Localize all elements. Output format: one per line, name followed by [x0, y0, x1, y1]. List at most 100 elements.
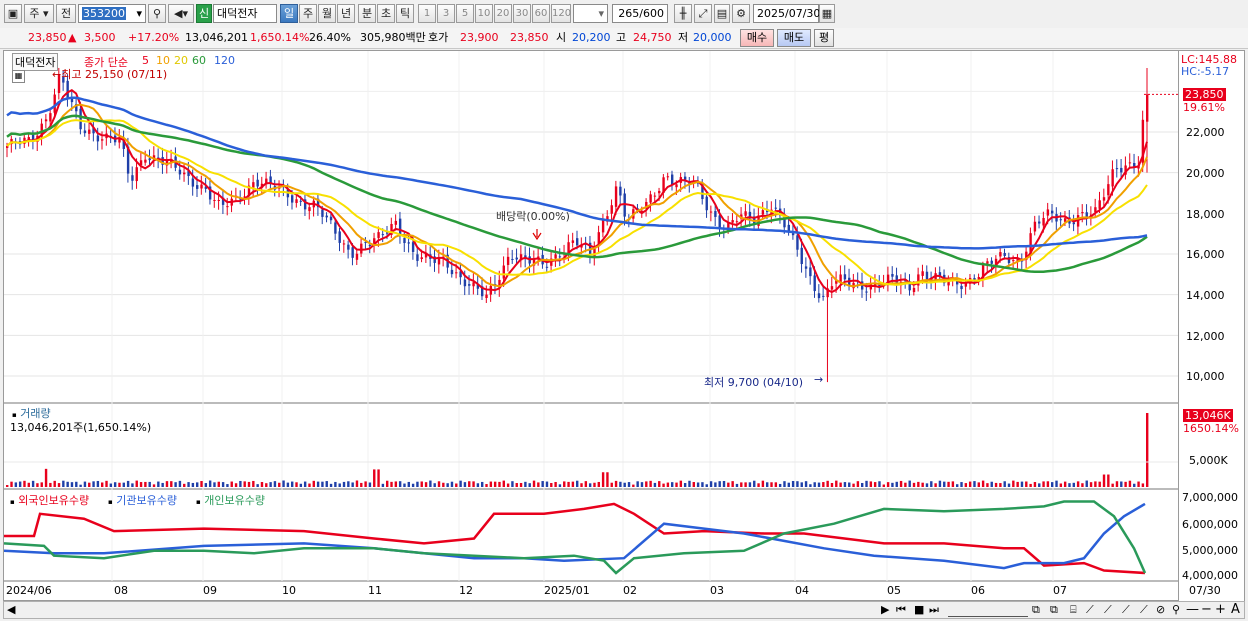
zoom-out-icon[interactable]: —	[1186, 602, 1199, 617]
draw-line2-icon[interactable]: ⟋	[1104, 603, 1112, 617]
date-field[interactable]: 2025/07/30	[753, 4, 820, 23]
zoom-in-icon[interactable]: +	[1215, 602, 1226, 617]
volume-bar	[601, 472, 605, 487]
period-day-button[interactable]: 일	[280, 4, 298, 23]
candle-body	[79, 108, 82, 130]
draw-line4-icon[interactable]: ⟋	[1140, 603, 1148, 617]
rewind-icon[interactable]: ⏮	[896, 603, 906, 617]
zoom-minus-icon[interactable]: −	[1201, 602, 1212, 617]
stop-icon[interactable]: ■	[914, 603, 924, 616]
interval-60-button[interactable]: 60	[532, 4, 550, 23]
volume-bar	[563, 481, 566, 487]
volume-bar	[692, 482, 695, 487]
period-second-button[interactable]: 초	[377, 4, 395, 23]
crosshair-icon[interactable]: ⤢	[694, 4, 712, 23]
volume-bar	[174, 482, 177, 487]
volume-bar	[6, 485, 9, 487]
candle-body	[135, 167, 138, 182]
volume-bar	[1085, 480, 1088, 487]
window-icon[interactable]: ▣	[4, 4, 22, 23]
candle-body	[200, 184, 203, 189]
forward-icon[interactable]: ⏭	[929, 603, 939, 617]
candle-body	[511, 258, 514, 260]
interval-1-button[interactable]: 1	[418, 4, 436, 23]
candle-body	[191, 178, 195, 187]
volume-bar	[990, 481, 993, 487]
stock-name-field[interactable]: 대덕전자	[213, 4, 277, 23]
prev-button[interactable]: 전	[56, 4, 76, 23]
x-tick-6: 2025/01	[544, 584, 590, 597]
change-percent: +17.20%	[128, 31, 180, 44]
candle-body	[131, 175, 134, 181]
candle-body	[96, 135, 100, 142]
custom-interval-select[interactable]: ▾	[573, 4, 608, 23]
speaker-icon[interactable]: ◀▾	[168, 4, 194, 23]
candle-body	[44, 119, 48, 122]
scroll-right-icon[interactable]: ▶	[881, 603, 889, 616]
save-icon[interactable]: ▤	[714, 4, 730, 23]
interval-5-button[interactable]: 5	[456, 4, 474, 23]
market-select[interactable]: 주 ▾	[24, 4, 54, 23]
volume-bar	[291, 481, 294, 487]
grid-icon[interactable]: ▦	[12, 70, 25, 83]
font-size-icon[interactable]: A	[1231, 602, 1240, 617]
split-icon[interactable]: ⌸	[1070, 603, 1077, 617]
volume-bar	[904, 482, 907, 487]
volume-bar	[256, 484, 259, 487]
trade-amount: 305,980백만	[360, 31, 426, 44]
max-price-label: ←최고 25,150 (07/11)	[52, 68, 168, 81]
candle-body	[325, 215, 328, 218]
candle-body	[377, 232, 380, 238]
volume-bar	[804, 481, 808, 487]
calendar-icon[interactable]: ▦	[819, 4, 835, 23]
count-value: 265	[618, 7, 640, 20]
volume-bar	[640, 482, 644, 487]
draw-line-icon[interactable]: ⟋	[1086, 603, 1094, 617]
change-arrow: ▲	[68, 31, 77, 44]
sell-button[interactable]: 매도	[777, 29, 811, 47]
volume-bar	[139, 482, 143, 487]
draw-line3-icon[interactable]: ⟋	[1122, 603, 1130, 617]
zoom-slider[interactable]	[948, 604, 1028, 617]
period-month-button[interactable]: 월	[318, 4, 336, 23]
volume-bar	[1133, 483, 1136, 487]
count-field[interactable]: 265/600	[612, 4, 668, 23]
volume-bar	[856, 481, 860, 487]
candle-body	[912, 287, 916, 293]
volume-bar	[960, 482, 963, 487]
x-tick-7: 02	[623, 584, 637, 597]
interval-20-button[interactable]: 20	[494, 4, 512, 23]
period-tick-button[interactable]: 틱	[396, 4, 414, 23]
interval-10-button[interactable]: 10	[475, 4, 493, 23]
stock-code-input[interactable]: 353200 ▾	[78, 4, 146, 23]
window-tile-icon[interactable]: ⧉	[1050, 603, 1058, 617]
candle-icon[interactable]: ╫	[674, 4, 692, 23]
layout-icon[interactable]: ⧉	[1032, 603, 1040, 617]
magnify-icon[interactable]: ⚲	[1172, 603, 1180, 616]
chart-area[interactable]: 대덕전자 종가 단순 5 10 20 60 120 ▦ ←최고 25,150 (…	[3, 50, 1179, 601]
draw-circle-icon[interactable]: ⊘	[1156, 603, 1165, 616]
volume-bar	[912, 482, 916, 487]
search-icon[interactable]: ⚲	[148, 4, 166, 23]
chart-scrollbar[interactable]: ◀ ▶ ⏮ ■ ⏭ ⧉ ⧉ ⌸ ⟋ ⟋ ⟋ ⟋ ⊘ ⚲ — − + A	[3, 601, 1245, 619]
period-week-button[interactable]: 주	[299, 4, 317, 23]
candle-body	[101, 139, 104, 141]
scroll-left-icon[interactable]: ◀	[7, 603, 15, 616]
period-minute-button[interactable]: 분	[358, 4, 376, 23]
y-tick-20000: 20,000	[1186, 167, 1225, 180]
volume-bar	[1137, 481, 1140, 487]
gear-icon[interactable]: ⚙	[732, 4, 750, 23]
interval-3-button[interactable]: 3	[437, 4, 455, 23]
interval-120-button[interactable]: 120	[551, 4, 571, 23]
eval-button[interactable]: 평	[814, 29, 834, 47]
candle-body	[213, 199, 216, 201]
period-year-button[interactable]: 년	[337, 4, 355, 23]
volume-bar	[934, 483, 937, 487]
volume-bar	[1033, 482, 1037, 487]
interval-30-button[interactable]: 30	[513, 4, 531, 23]
buy-button[interactable]: 매수	[740, 29, 774, 47]
high-label: 고	[616, 31, 627, 44]
volume-bar	[420, 481, 423, 487]
volume-bar	[88, 482, 91, 487]
ma-legend-20: 20	[174, 54, 188, 67]
